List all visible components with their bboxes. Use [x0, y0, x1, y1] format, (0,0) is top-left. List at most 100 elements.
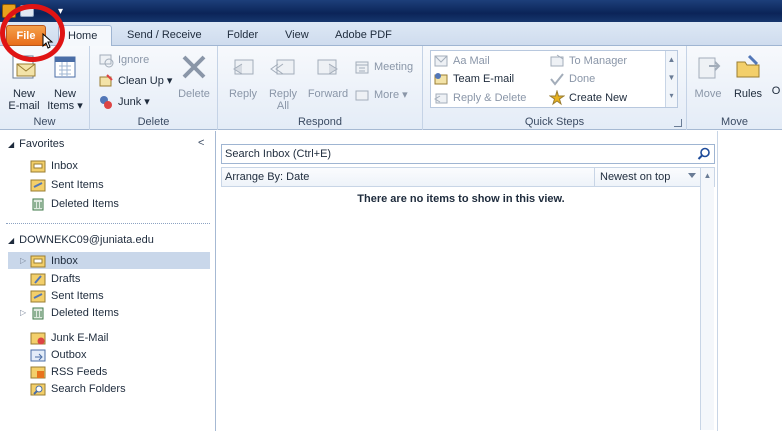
move-icon: [698, 57, 721, 79]
tab-folder[interactable]: Folder: [218, 25, 267, 46]
favorite-inbox[interactable]: Inbox: [30, 157, 78, 174]
sent-items-folder-icon: [30, 290, 46, 302]
rss-feeds-folder-icon: [30, 366, 46, 378]
more-label: More ▾: [374, 89, 408, 101]
onenote-button[interactable]: O: [769, 52, 782, 97]
quick-step-done[interactable]: Done: [549, 70, 595, 88]
quick-step-aa-mail[interactable]: Aa Mail: [433, 52, 490, 70]
search-inbox-input[interactable]: Search Inbox (Ctrl+E): [221, 144, 715, 164]
done-label: Done: [569, 73, 596, 85]
scroll-up-icon[interactable]: ▲: [701, 171, 714, 180]
move-label: Move: [694, 88, 722, 100]
quick-steps-scrollbar[interactable]: ▲ ▼ ▾: [665, 51, 677, 107]
account-rss-feeds-label: RSS Feeds: [51, 365, 108, 378]
rules-button[interactable]: Rules: [731, 52, 765, 100]
quick-step-to-manager[interactable]: To Manager: [549, 52, 627, 70]
expand-deleted-items-icon[interactable]: ▷: [20, 308, 26, 317]
message-list-scrollbar[interactable]: ▲: [700, 168, 714, 430]
deleted-items-folder-icon: [32, 198, 44, 210]
account-header-label: DOWNEKC09@juniata.edu: [19, 234, 154, 246]
account-outbox-label: Outbox: [51, 348, 87, 361]
delete-button[interactable]: Delete: [176, 52, 212, 100]
minimize-pane-icon[interactable]: <: [198, 137, 204, 149]
arrange-by-label[interactable]: Arrange By: Date: [225, 171, 309, 183]
inbox-folder-icon: [30, 255, 46, 267]
quick-step-team-email[interactable]: Team E-mail: [433, 70, 514, 88]
scroll-down-icon[interactable]: ▼: [666, 69, 677, 87]
reply-all-label-2: All: [276, 100, 290, 112]
outbox-folder-icon: [30, 349, 46, 361]
send-receive-all-icon[interactable]: [20, 5, 34, 17]
quick-step-create-new[interactable]: Create New: [549, 89, 627, 107]
account-deleted-items[interactable]: Deleted Items: [30, 304, 119, 321]
tab-home[interactable]: Home: [58, 25, 112, 47]
quick-steps-dialog-launcher-icon[interactable]: [674, 119, 682, 127]
move-button[interactable]: Move: [691, 52, 725, 100]
arrange-dropdown-icon[interactable]: [688, 173, 696, 178]
empty-list-message: There are no items to show in this view.: [357, 193, 565, 205]
reply-button[interactable]: Reply: [224, 52, 262, 100]
ribbon-group-move: Move Rules O Move: [687, 46, 782, 130]
favorite-deleted-items[interactable]: Deleted Items: [30, 195, 119, 212]
tab-send-receive[interactable]: Send / Receive: [118, 25, 211, 46]
move-group-label: Move: [721, 116, 748, 128]
junk-button[interactable]: Junk ▾: [98, 93, 150, 111]
account-rss-feeds[interactable]: RSS Feeds: [30, 363, 107, 380]
drafts-folder-icon: [30, 273, 46, 285]
ignore-button[interactable]: Ignore: [98, 51, 149, 69]
sort-order-toggle[interactable]: Newest on top: [594, 168, 670, 186]
create-new-label: Create New: [569, 92, 628, 104]
quick-access-toolbar: ▾: [2, 2, 63, 20]
account-drafts-label: Drafts: [51, 272, 81, 285]
account-search-folders[interactable]: Search Folders: [30, 380, 126, 397]
team-email-icon: [434, 73, 448, 85]
favorite-deleted-items-label: Deleted Items: [51, 197, 119, 210]
account-inbox-label: Inbox: [51, 254, 78, 267]
tab-view[interactable]: View: [276, 25, 318, 46]
more-respond-button[interactable]: More ▾: [354, 86, 408, 104]
account-junk-email[interactable]: Junk E-Mail: [30, 329, 108, 346]
favorites-header[interactable]: ◢ Favorites: [8, 138, 64, 150]
sent-items-folder-icon: [30, 179, 46, 191]
tab-adobe-pdf[interactable]: Adobe PDF: [326, 25, 401, 46]
outlook-logo-icon[interactable]: [2, 4, 16, 18]
collapse-triangle-icon[interactable]: ◢: [8, 236, 14, 245]
junk-label: Junk ▾: [118, 96, 150, 108]
navigation-pane: ◢ Favorites < Inbox Sent Items Deleted I…: [0, 131, 216, 431]
customize-toolbar-icon[interactable]: ▾: [58, 6, 63, 17]
tab-file[interactable]: File: [6, 25, 46, 46]
account-outbox[interactable]: Outbox: [30, 346, 86, 363]
search-icon[interactable]: [697, 147, 711, 161]
new-items-label-1: New: [53, 88, 76, 100]
clean-up-button[interactable]: Clean Up ▾: [98, 72, 172, 90]
new-items-button[interactable]: New Items ▾: [46, 52, 84, 112]
collapse-triangle-icon[interactable]: ◢: [8, 140, 14, 149]
forward-button[interactable]: Forward: [305, 52, 351, 100]
quick-step-reply-delete[interactable]: Reply & Delete: [433, 89, 526, 107]
reply-all-button[interactable]: Reply All: [264, 52, 302, 112]
expand-inbox-icon[interactable]: ▷: [20, 256, 26, 265]
favorites-header-label: Favorites: [19, 138, 65, 150]
junk-icon: [100, 96, 112, 109]
ribbon: New E-mail New Items ▾ New Ignore Clean …: [0, 46, 782, 130]
meeting-button[interactable]: Meeting: [354, 58, 413, 76]
account-sent-items[interactable]: Sent Items: [30, 287, 104, 304]
junk-email-folder-icon: [30, 332, 46, 344]
mouse-pointer-icon: [42, 33, 54, 49]
clean-up-icon: [99, 74, 113, 87]
reply-icon: [233, 59, 254, 75]
new-email-button[interactable]: New E-mail: [6, 52, 42, 112]
account-header[interactable]: ◢ DOWNEKC09@juniata.edu: [8, 234, 154, 246]
forward-label: Forward: [307, 88, 349, 100]
new-email-label-2: E-mail: [8, 100, 40, 112]
account-junk-email-label: Junk E-Mail: [51, 331, 109, 344]
favorite-sent-items[interactable]: Sent Items: [30, 176, 104, 193]
scroll-up-icon[interactable]: ▲: [666, 51, 677, 69]
aa-mail-label: Aa Mail: [453, 55, 490, 67]
account-inbox[interactable]: Inbox: [8, 252, 210, 269]
favorite-sent-items-label: Sent Items: [51, 178, 104, 191]
gallery-expand-icon[interactable]: ▾: [666, 87, 677, 105]
reply-all-icon: [270, 59, 295, 75]
arrange-by-bar[interactable]: Arrange By: Date Newest on top: [221, 167, 715, 187]
account-drafts[interactable]: Drafts: [30, 270, 80, 287]
